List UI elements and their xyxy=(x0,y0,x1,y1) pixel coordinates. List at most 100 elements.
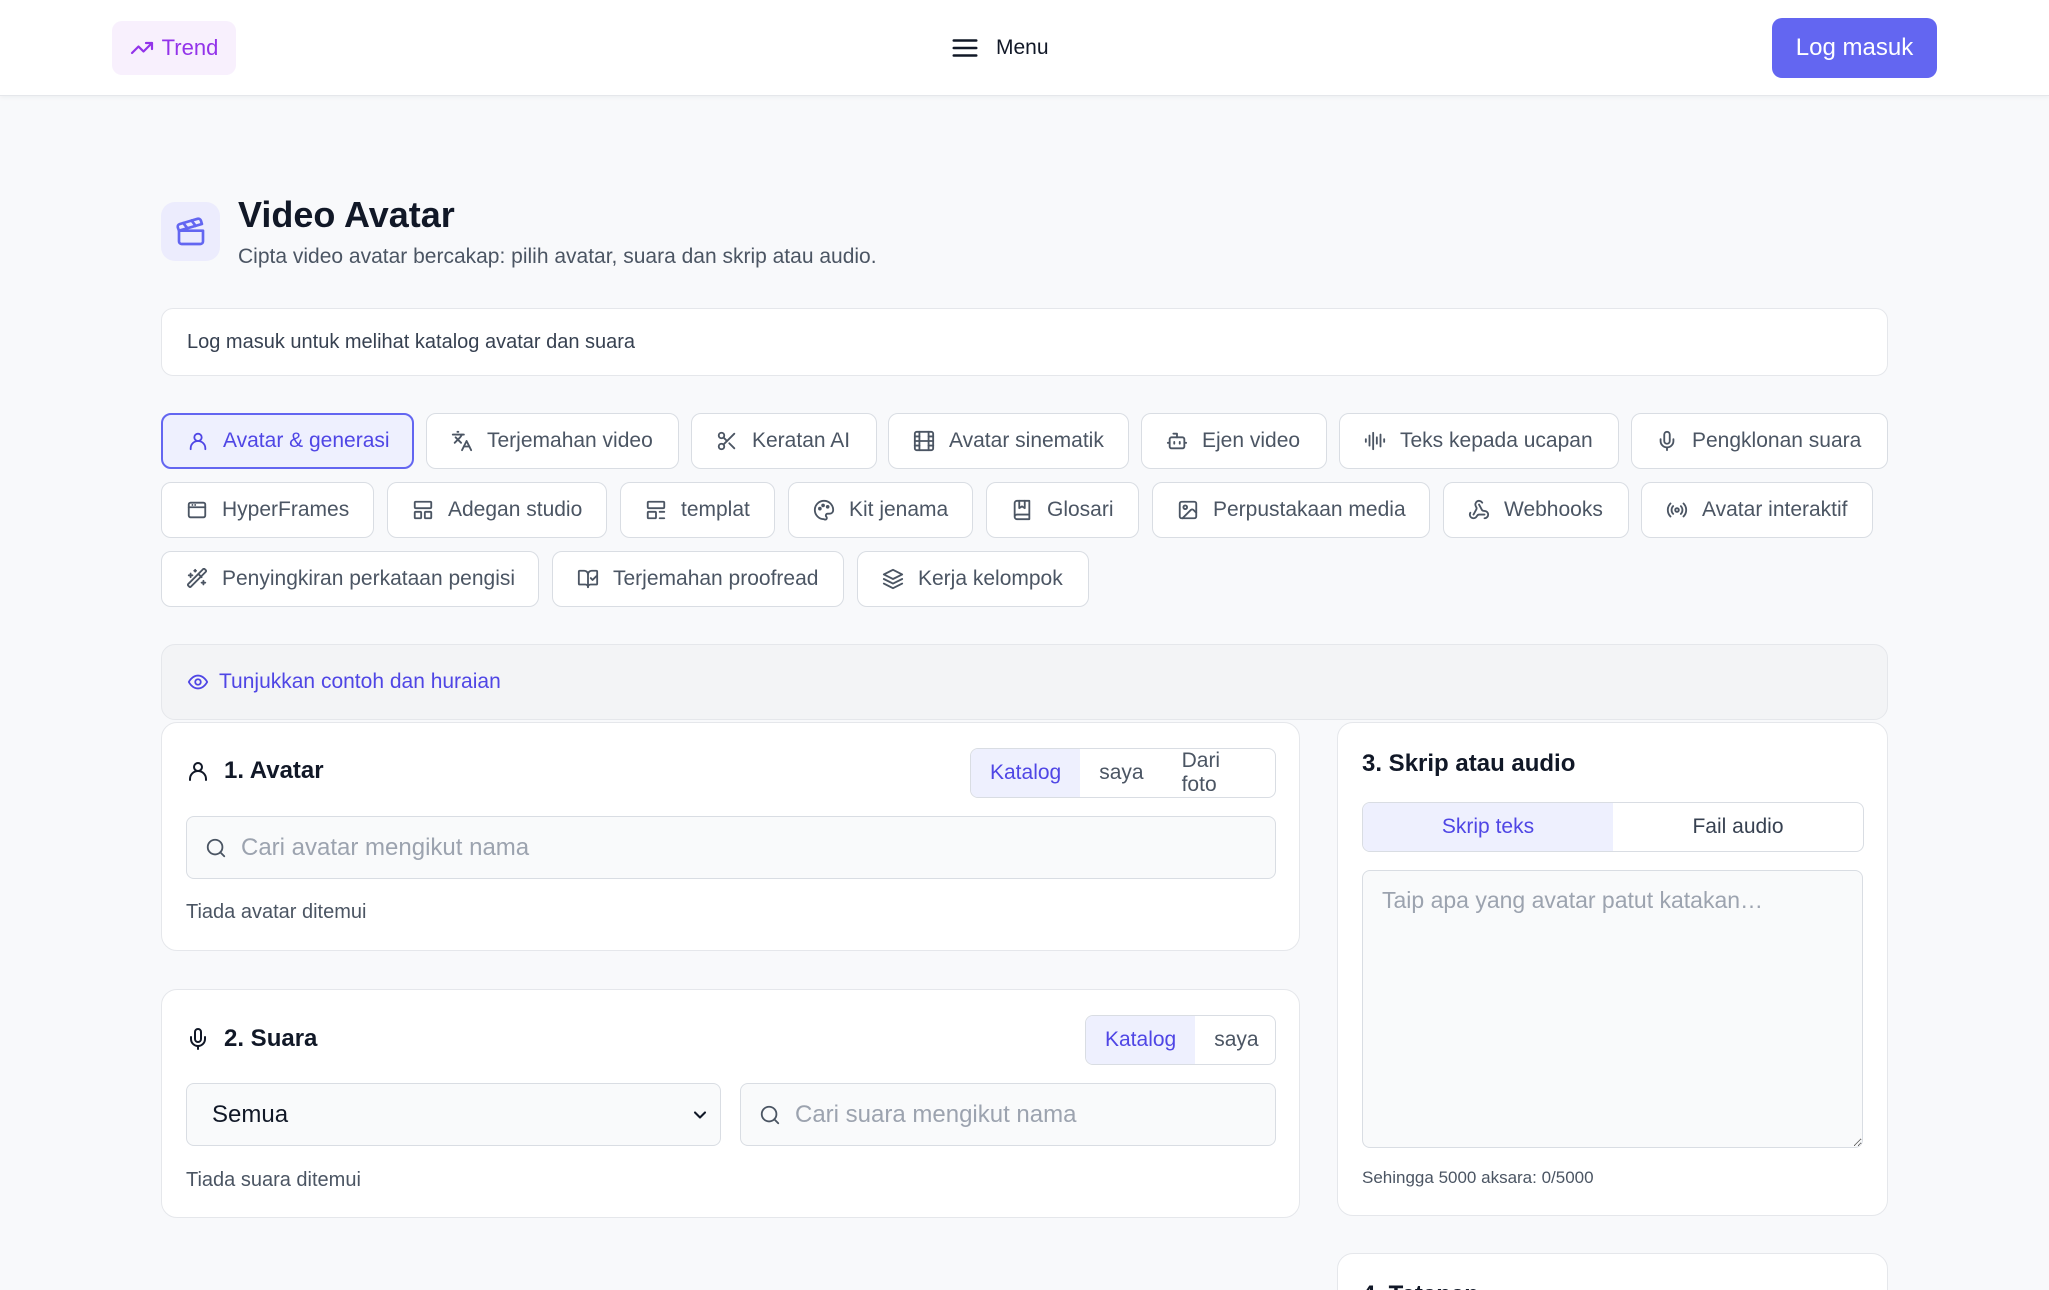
search-icon xyxy=(205,837,227,859)
user-icon xyxy=(186,759,210,783)
tab-interactive-avatar[interactable]: Avatar interaktif xyxy=(1641,482,1873,538)
tab-ai-clips[interactable]: Keratan AI xyxy=(691,413,877,469)
trend-label: Trend xyxy=(161,35,219,60)
avatar-empty-message: Tiada avatar ditemui xyxy=(186,901,367,923)
tab-label: templat xyxy=(681,498,750,521)
segment-catalog[interactable]: Katalog xyxy=(1086,1016,1196,1064)
settings-card: 4. Tetapan xyxy=(1337,1253,1888,1290)
avatar-card-title: 1. Avatar xyxy=(186,757,324,785)
voice-filter-value: Semua xyxy=(212,1100,289,1128)
top-bar: Trend Menu Log masuk xyxy=(0,0,2049,96)
translate-icon xyxy=(451,430,473,452)
eye-icon xyxy=(187,671,209,693)
tab-webhooks[interactable]: Webhooks xyxy=(1443,482,1629,538)
tab-label: Terjemahan proofread xyxy=(613,567,819,590)
tab-label: Webhooks xyxy=(1504,498,1603,521)
page-subtitle: Cipta video avatar bercakap: pilih avata… xyxy=(238,245,877,268)
examples-toggle[interactable]: Tunjukkan contoh dan huraian xyxy=(161,644,1888,720)
voice-card-title-text: 2. Suara xyxy=(224,1025,318,1052)
trend-button[interactable]: Trend xyxy=(112,21,236,75)
audio-lines-icon xyxy=(1364,430,1386,452)
tab-hyperframes[interactable]: HyperFrames xyxy=(161,482,374,538)
tab-label: Perpustakaan media xyxy=(1213,498,1406,521)
tab-label: Glosari xyxy=(1047,498,1114,521)
tab-avatar-generation[interactable]: Avatar & generasi xyxy=(161,413,414,469)
tab-label: Avatar interaktif xyxy=(1702,498,1848,521)
toggle-text-script[interactable]: Skrip teks xyxy=(1363,803,1613,851)
tab-brand-kit[interactable]: Kit jenama xyxy=(788,482,973,538)
tab-label: Kit jenama xyxy=(849,498,949,521)
radio-icon xyxy=(1666,499,1688,521)
voice-card-title: 2. Suara xyxy=(186,1025,317,1053)
tab-filler-word-removal[interactable]: Penyingkiran perkataan pengisi xyxy=(161,551,539,607)
clapperboard-icon xyxy=(161,202,220,261)
microphone-icon xyxy=(1656,430,1678,452)
tab-video-agent[interactable]: Ejen video xyxy=(1141,413,1327,469)
menu-button[interactable]: Menu xyxy=(950,30,1049,66)
tab-label: Teks kepada ucapan xyxy=(1400,429,1593,452)
tab-label: Avatar & generasi xyxy=(223,429,390,452)
voice-search-input[interactable] xyxy=(795,1100,1257,1129)
tab-cinematic-avatar[interactable]: Avatar sinematik xyxy=(888,413,1129,469)
voice-source-segment: Katalog saya xyxy=(1085,1015,1276,1065)
tab-text-to-speech[interactable]: Teks kepada ucapan xyxy=(1339,413,1619,469)
menu-label: Menu xyxy=(996,36,1049,59)
script-card-title-text: 3. Skrip atau audio xyxy=(1362,750,1576,777)
login-notice: Log masuk untuk melihat katalog avatar d… xyxy=(161,308,1888,376)
tab-voice-cloning[interactable]: Pengklonan suara xyxy=(1631,413,1888,469)
voice-filter-select[interactable]: Semua xyxy=(186,1083,721,1146)
user-icon xyxy=(187,430,209,452)
segment-mine[interactable]: saya xyxy=(1080,749,1162,797)
tab-glossary[interactable]: Glosari xyxy=(986,482,1139,538)
browser-window-icon xyxy=(186,499,208,521)
char-count: Sehingga 5000 aksara: 0/5000 xyxy=(1362,1168,1594,1187)
palette-icon xyxy=(813,499,835,521)
page-title: Video Avatar xyxy=(238,194,455,235)
chevron-down-icon xyxy=(690,1105,710,1125)
settings-card-title-text: 4. Tetapan xyxy=(1362,1281,1479,1290)
menu-icon xyxy=(950,33,980,63)
tab-proofread-translation[interactable]: Terjemahan proofread xyxy=(552,551,844,607)
scissors-icon xyxy=(716,430,738,452)
book-check-icon xyxy=(577,568,599,590)
tab-label: Penyingkiran perkataan pengisi xyxy=(222,567,516,590)
tab-label: Ejen video xyxy=(1202,429,1301,452)
tab-studio-scenes[interactable]: Adegan studio xyxy=(387,482,607,538)
bot-icon xyxy=(1166,430,1188,452)
tab-label: Kerja kelompok xyxy=(918,567,1063,590)
avatar-search xyxy=(186,816,1276,879)
tab-label: Adegan studio xyxy=(448,498,583,521)
login-notice-text: Log masuk untuk melihat katalog avatar d… xyxy=(187,330,636,353)
tab-templates[interactable]: templat xyxy=(620,482,775,538)
settings-card-title: 4. Tetapan xyxy=(1362,1281,1479,1290)
toggle-audio-file[interactable]: Fail audio xyxy=(1613,803,1863,851)
magic-wand-icon xyxy=(186,568,208,590)
segment-catalog[interactable]: Katalog xyxy=(971,749,1081,797)
voice-card: 2. Suara Katalog saya Semua Tiada suara … xyxy=(161,989,1300,1218)
script-textarea[interactable] xyxy=(1362,870,1863,1148)
avatar-source-segment: Katalog saya Dari foto xyxy=(970,748,1276,798)
film-icon xyxy=(913,430,935,452)
tab-video-translation[interactable]: Terjemahan video xyxy=(426,413,679,469)
script-mode-toggle: Skrip teks Fail audio xyxy=(1362,802,1864,852)
voice-search xyxy=(740,1083,1276,1146)
segment-mine[interactable]: saya xyxy=(1195,1016,1275,1064)
voice-empty-message: Tiada suara ditemui xyxy=(186,1169,361,1191)
layout-icon xyxy=(412,499,434,521)
microphone-icon xyxy=(186,1027,210,1051)
segment-from-photo[interactable]: Dari foto xyxy=(1163,749,1275,797)
trending-up-icon xyxy=(130,36,154,60)
script-card-title: 3. Skrip atau audio xyxy=(1362,750,1575,778)
tab-label: HyperFrames xyxy=(222,498,350,521)
login-button[interactable]: Log masuk xyxy=(1772,18,1937,78)
layers-icon xyxy=(882,568,904,590)
tab-label: Pengklonan suara xyxy=(1692,429,1862,452)
image-icon xyxy=(1177,499,1199,521)
avatar-search-input[interactable] xyxy=(241,833,1257,862)
tab-media-library[interactable]: Perpustakaan media xyxy=(1152,482,1430,538)
examples-toggle-label: Tunjukkan contoh dan huraian xyxy=(219,670,501,693)
search-icon xyxy=(759,1104,781,1126)
webhook-icon xyxy=(1468,499,1490,521)
template-icon xyxy=(645,499,667,521)
tab-batch-work[interactable]: Kerja kelompok xyxy=(857,551,1089,607)
